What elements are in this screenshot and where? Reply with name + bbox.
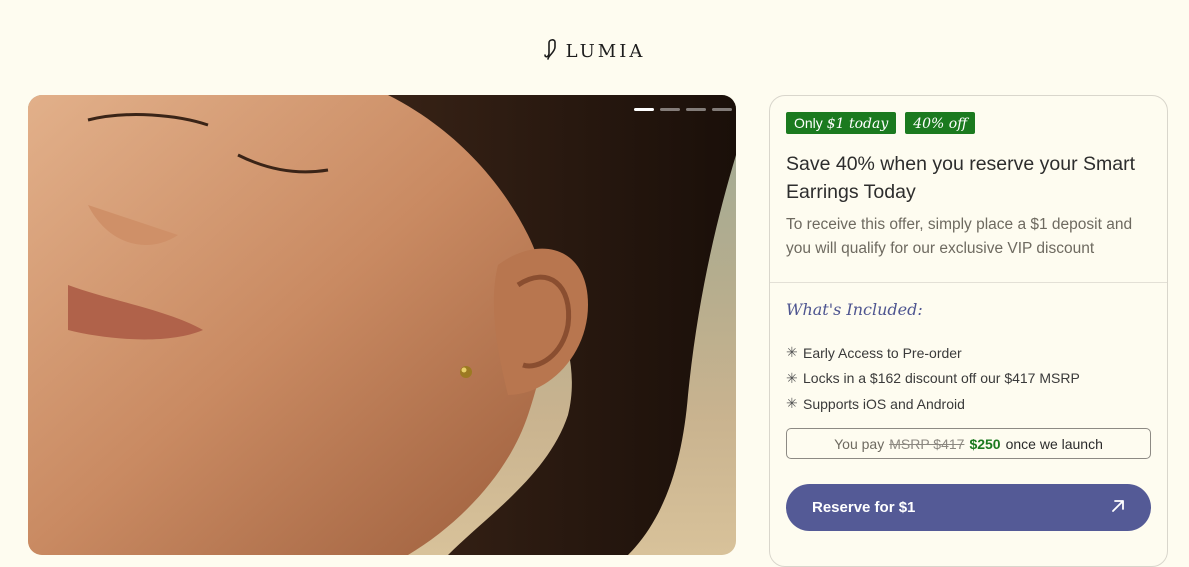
hero-photo-illustration	[28, 95, 736, 555]
discount-badge: 40% off	[905, 112, 976, 134]
reserve-button[interactable]: Reserve for $1	[786, 484, 1151, 531]
asterisk-icon: ✳	[786, 344, 798, 361]
reserve-button-label: Reserve for $1	[812, 499, 916, 516]
price-summary: You pay MSRP $417 $250 once we launch	[786, 428, 1151, 459]
carousel-dot-4[interactable]	[712, 108, 732, 111]
badge-prefix: Only	[794, 115, 823, 131]
card-divider	[770, 282, 1167, 283]
price-prefix: You pay	[834, 435, 885, 452]
offer-badges: Only $1 today 40% off	[786, 112, 976, 134]
offer-card: Only $1 today 40% off Save 40% when you …	[769, 95, 1168, 567]
list-item: ✳ Early Access to Pre-order	[786, 340, 1080, 366]
included-list: ✳ Early Access to Pre-order ✳ Locks in a…	[786, 340, 1080, 417]
list-item-label: Locks in a $162 discount off our $417 MS…	[803, 370, 1080, 387]
msrp-price: MSRP $417	[889, 435, 965, 452]
sale-price: $250	[969, 435, 1001, 452]
carousel-dot-3[interactable]	[686, 108, 706, 111]
price-suffix: once we launch	[1005, 435, 1103, 452]
list-item-label: Early Access to Pre-order	[803, 344, 962, 361]
asterisk-icon: ✳	[786, 369, 798, 386]
site-header: LUMIA	[0, 38, 1189, 64]
carousel-indicators	[634, 108, 732, 111]
earring-hook-icon	[543, 38, 560, 64]
arrow-up-right-icon	[1111, 499, 1125, 517]
list-item: ✳ Supports iOS and Android	[786, 391, 1080, 417]
included-title: What's Included:	[786, 300, 923, 319]
brand-name: LUMIA	[565, 40, 646, 62]
carousel-dot-1[interactable]	[634, 108, 654, 111]
badge-emphasis: $1 today	[826, 116, 889, 132]
asterisk-icon: ✳	[786, 395, 798, 412]
offer-headline: Save 40% when you reserve your Smart Ear…	[786, 153, 1136, 203]
hero-image	[28, 95, 736, 555]
offer-subtext: To receive this offer, simply place a $1…	[786, 216, 1133, 257]
discount-badge-label: 40% off	[913, 116, 968, 132]
list-item: ✳ Locks in a $162 discount off our $417 …	[786, 366, 1080, 392]
list-item-label: Supports iOS and Android	[803, 395, 965, 412]
carousel-dot-2[interactable]	[660, 108, 680, 111]
only-today-badge: Only $1 today	[786, 112, 897, 134]
brand-logo[interactable]: LUMIA	[543, 38, 646, 64]
